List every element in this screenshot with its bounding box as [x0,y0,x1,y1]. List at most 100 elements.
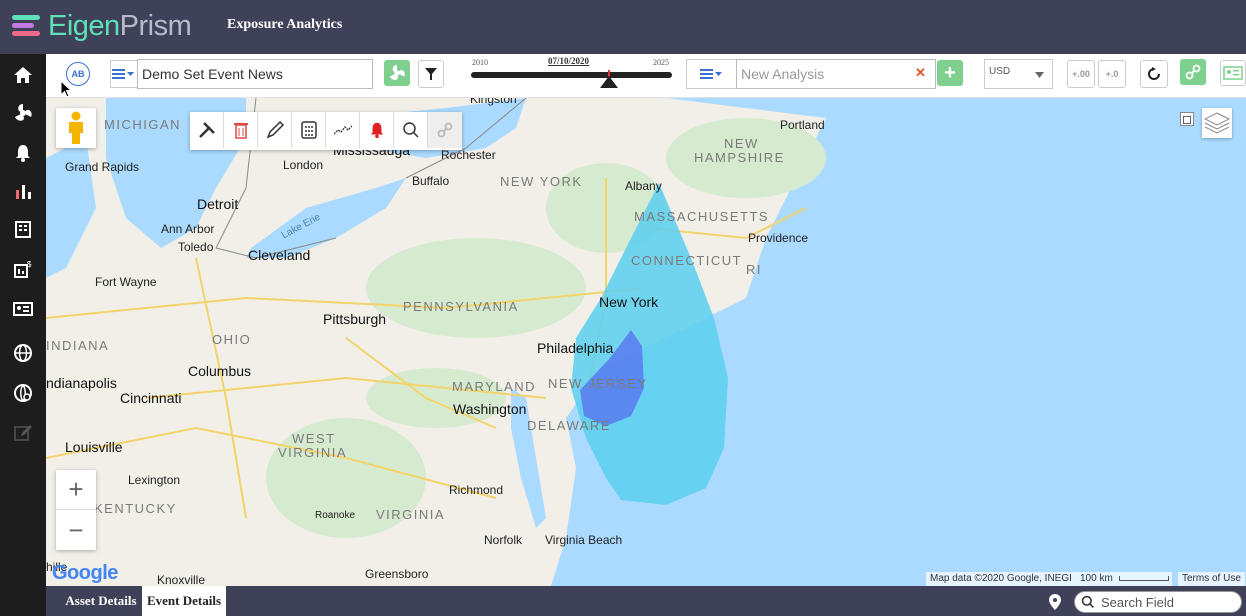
state-label-new-jersey: NEW JERSEY [548,376,648,391]
timeline-slider[interactable]: 2010 07/10/2020 2025 [467,56,677,94]
city-label-ann-arbor: Ann Arbor [161,222,215,236]
timeline-handle-icon[interactable] [600,76,618,88]
map-search-button[interactable] [394,112,428,148]
location-pin-icon[interactable] [1049,594,1061,610]
street-view-pegman[interactable] [56,108,96,148]
report-card-button[interactable] [1220,60,1246,86]
sidebar-item-hazard[interactable] [0,94,46,132]
google-logo-text: Google [52,562,118,584]
fullscreen-icon [1183,116,1191,124]
map-scale-label: 100 km [1080,573,1113,584]
city-label-roanoke: Roanoke [315,510,356,521]
map-layers-button[interactable] [1202,108,1232,138]
main-toolbar: AB Demo Set Event News 2010 07/10/2020 2… [46,54,1246,98]
hazard-toggle-button[interactable] [384,60,410,86]
finance-icon: $ [14,260,32,278]
pegman-icon [69,111,83,144]
timeline-track[interactable] [471,72,672,78]
google-logo: Google [52,562,118,585]
tab-event-details[interactable]: Event Details [142,586,226,616]
hazard-icon [389,64,405,80]
calculator-button[interactable] [292,112,326,148]
link-button[interactable] [1180,59,1206,85]
event-set-menu-button[interactable] [110,60,138,88]
timeline-current-date: 07/10/2020 [548,56,590,66]
timeline-start-label: 2010 [472,58,488,67]
state-label-ri: RI [746,262,762,277]
increase-decimal-button[interactable]: +.00 [1067,60,1095,88]
id-card-icon [13,302,33,316]
fullscreen-button[interactable] [1180,112,1194,126]
city-label-columbus: Columbus [188,363,252,379]
city-label-portland: Portland [780,118,825,132]
zoom-out-button[interactable]: − [56,510,96,550]
currency-select[interactable]: USD [984,59,1053,89]
city-label-richmond: Richmond [449,483,504,497]
search-field[interactable]: Search Field [1074,591,1242,613]
event-set-field[interactable]: Demo Set Event News [137,59,373,89]
city-label-rochester: Rochester [441,148,496,162]
list-dropdown-icon [699,69,722,79]
city-label-kingston: Kingston [470,98,517,106]
logo-bars-icon [12,13,44,39]
map-canvas[interactable]: MICHIGAN NEW YORK MASSACHUSETTS NEW HAMP… [46,98,1246,586]
sidebar-item-alerts[interactable] [0,134,46,172]
map-scale-bar [1118,576,1169,581]
clear-analysis-icon[interactable]: ✕ [915,65,926,81]
link-icon [437,122,453,138]
draw-tools-button[interactable] [190,112,224,148]
state-label-new-hampshire-line2: HAMPSHIRE [694,150,785,165]
city-label-pittsburgh: Pittsburgh [323,311,387,327]
trash-icon [233,123,248,139]
refresh-button[interactable] [1140,60,1168,88]
sidebar-item-edit[interactable] [0,414,46,452]
zoom-in-button[interactable]: + [56,470,96,510]
edit-icon [14,425,32,441]
state-label-ohio: OHIO [212,332,252,347]
sidebar-item-analytics[interactable] [0,172,46,210]
city-label-philadelphia: Philadelphia [537,340,614,356]
eigenprism-logo[interactable]: EigenPrism [12,8,192,44]
sidebar-item-buildings[interactable] [0,210,46,248]
timeline-end-label: 2025 [653,58,669,67]
delete-shape-button[interactable] [224,112,258,148]
city-label-lexington: Lexington [128,473,181,487]
sidebar-item-globe[interactable] [0,334,46,372]
trend-line-button[interactable] [326,112,360,148]
drawing-toolbar [190,112,462,150]
state-label-massachusetts: MASSACHUSETTS [634,209,770,224]
city-label-albany: Albany [625,179,662,193]
city-label-cincinnati: Cincinnati [120,390,182,406]
add-analysis-button[interactable]: + [937,60,963,86]
city-label-washington: Washington [453,401,527,417]
sidebar-item-global-settings[interactable] [0,374,46,412]
city-label-greensboro: Greensboro [365,567,429,581]
city-label-cleveland: Cleveland [248,247,311,263]
city-label-providence: Providence [748,231,809,245]
decrease-decimal-button[interactable]: +.0 [1098,60,1126,88]
sidebar-item-home[interactable] [0,56,46,94]
analysis-name-field[interactable]: New Analysis [736,59,936,89]
building-icon [15,221,31,238]
city-label-virginia-beach: Virginia Beach [545,533,623,547]
state-label-west-virginia-line1: WEST [292,431,336,446]
freehand-draw-button[interactable] [258,112,292,148]
calculator-icon [300,121,317,139]
city-label-grand-rapids: Grand Rapids [65,160,140,174]
state-label-west-virginia-line2: VIRGINIA [278,445,348,460]
tab-asset-details[interactable]: Asset Details [58,586,144,616]
terms-of-use-link[interactable]: Terms of Use [1178,572,1245,586]
filter-button[interactable] [418,60,444,88]
alert-button[interactable] [360,112,394,148]
sidebar-item-finance[interactable]: $ [0,250,46,288]
city-label-buffalo: Buffalo [412,174,450,188]
link-shape-button[interactable] [428,112,462,148]
analysis-menu-button[interactable] [686,59,737,89]
logo-text-eigen: Eigen [48,9,120,42]
mouse-cursor-icon [61,81,72,98]
pencil-icon [266,120,284,139]
search-placeholder: Search Field [1101,594,1174,610]
state-label-virginia: VIRGINIA [376,507,446,522]
chevron-down-icon [1035,72,1044,78]
sidebar-item-profile[interactable] [0,290,46,328]
